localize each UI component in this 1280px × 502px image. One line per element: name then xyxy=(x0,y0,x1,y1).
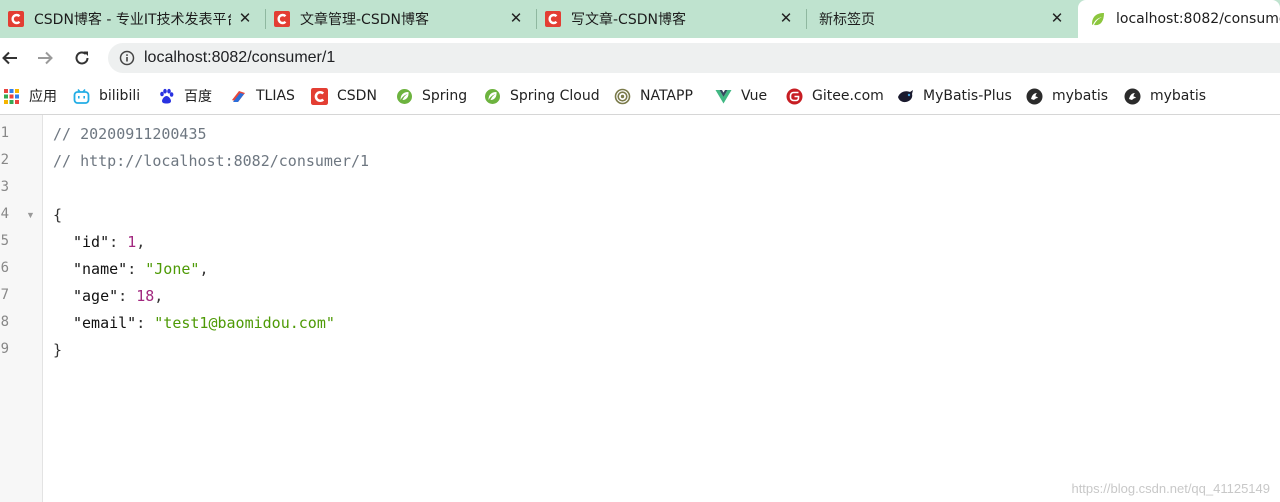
bookmark-apps[interactable]: 应用 xyxy=(3,78,57,114)
csdn-icon xyxy=(311,87,328,105)
close-icon[interactable]: ✕ xyxy=(237,11,253,27)
forward-button[interactable] xyxy=(33,46,57,70)
spring-icon xyxy=(485,88,500,104)
mybatis-icon xyxy=(1026,88,1043,104)
reload-icon xyxy=(75,51,89,65)
json-field: "age": 18, xyxy=(73,287,164,305)
bookmark-label: Spring Cloud xyxy=(510,88,600,104)
json-open-brace: { xyxy=(53,206,63,224)
bookmark-label: MyBatis-Plus xyxy=(923,88,1012,104)
address-bar[interactable]: localhost:8082/consumer/1 xyxy=(108,43,1280,73)
bookmark-label: 应用 xyxy=(29,89,57,105)
info-icon[interactable] xyxy=(119,50,135,66)
vue-icon xyxy=(715,89,732,103)
tlias-icon xyxy=(232,90,245,102)
tab-title: 文章管理-CSDN博客 xyxy=(300,12,429,28)
tab-csdn-home[interactable]: CSDN博客 - 专业IT技术发表平台 ✕ xyxy=(0,0,265,38)
bookmark-label: Gitee.com xyxy=(812,88,884,104)
bookmark-label: TLIAS xyxy=(256,88,295,104)
tab-new-tab[interactable]: 新标签页 ✕ xyxy=(807,0,1077,38)
json-key: "email" xyxy=(73,314,137,332)
line-number: 9 xyxy=(0,341,9,357)
bookmark-label: Vue xyxy=(741,88,768,104)
bookmark-spring-cloud[interactable]: Spring Cloud xyxy=(484,78,600,114)
tab-title: localhost:8082/consumer xyxy=(1116,11,1280,27)
json-field: "id": 1, xyxy=(73,233,146,251)
line-number-gutter: 1 2 3 4 ▼ 5 6 7 8 9 xyxy=(0,115,43,502)
bookmark-label: mybatis xyxy=(1052,88,1109,104)
bookmark-csdn[interactable]: CSDN xyxy=(311,78,377,114)
mybatis-plus-icon xyxy=(898,89,913,102)
json-key: "age" xyxy=(73,287,119,305)
bookmark-label: Spring xyxy=(422,88,468,104)
bookmark-mybatis-1[interactable]: mybatis xyxy=(1026,78,1108,114)
json-viewer: 1 2 3 4 ▼ 5 6 7 8 9 // 20200911200435 //… xyxy=(0,115,1280,502)
tab-title: 新标签页 xyxy=(819,12,875,28)
close-icon[interactable]: ✕ xyxy=(778,11,794,27)
line-number: 2 xyxy=(0,152,9,168)
tab-title: CSDN博客 - 专业IT技术发表平台 xyxy=(34,12,231,28)
tab-write-article[interactable]: 写文章-CSDN博客 ✕ xyxy=(537,0,806,38)
bookmark-mybatis-2[interactable]: mybatis xyxy=(1124,78,1206,114)
bookmark-label: 百度 xyxy=(184,89,212,105)
bookmark-mybatis-plus[interactable]: MyBatis-Plus xyxy=(897,78,1012,114)
json-value: "Jone" xyxy=(145,260,200,278)
toolbar: localhost:8082/consumer/1 xyxy=(0,38,1280,78)
csdn-icon xyxy=(8,11,24,27)
bookmark-label: bilibili xyxy=(99,88,141,104)
tab-title: 写文章-CSDN博客 xyxy=(571,12,686,28)
bookmark-label: mybatis xyxy=(1150,88,1207,104)
bookmark-gitee[interactable]: Gitee.com xyxy=(786,78,884,114)
bookmark-tlias[interactable]: TLIAS xyxy=(230,78,295,114)
fold-toggle-icon[interactable]: ▼ xyxy=(26,210,35,220)
forward-arrow-icon xyxy=(38,51,53,65)
line-number: 6 xyxy=(0,260,9,276)
json-close-brace: } xyxy=(53,341,63,359)
line-number: 3 xyxy=(0,179,9,195)
json-field: "name": "Jone", xyxy=(73,260,209,278)
bookmark-bilibili[interactable]: bilibili xyxy=(73,78,140,114)
line-number: 5 xyxy=(0,233,9,249)
line-number: 8 xyxy=(0,314,9,330)
json-comment: // 20200911200435 xyxy=(53,125,207,143)
tab-article-manage[interactable]: 文章管理-CSDN博客 ✕ xyxy=(266,0,536,38)
bookmarks-bar: 应用 bilibili 百度 TLIAS CSDN Spring Spring … xyxy=(0,78,1280,115)
json-comment: // http://localhost:8082/consumer/1 xyxy=(53,152,370,170)
bookmark-natapp[interactable]: NATAPP xyxy=(614,78,693,114)
bookmark-label: CSDN xyxy=(337,88,377,104)
bookmark-spring[interactable]: Spring xyxy=(396,78,467,114)
line-number: 7 xyxy=(0,287,9,303)
tab-localhost[interactable]: localhost:8082/consumer xyxy=(1078,0,1280,38)
json-value: 1 xyxy=(127,233,137,251)
back-arrow-icon xyxy=(2,51,17,65)
gitee-icon xyxy=(786,88,803,104)
baidu-paw-icon xyxy=(160,88,174,103)
spring-leaf-icon xyxy=(1092,13,1104,26)
mybatis-icon xyxy=(1124,88,1141,104)
tab-strip: CSDN博客 - 专业IT技术发表平台 ✕ 文章管理-CSDN博客 ✕ 写文章-… xyxy=(0,0,1280,38)
spring-icon xyxy=(397,88,412,104)
bookmark-baidu[interactable]: 百度 xyxy=(158,78,212,114)
line-number: 1 xyxy=(0,125,9,141)
json-value: "test1@baomidou.com" xyxy=(154,314,335,332)
json-field: "email": "test1@baomidou.com" xyxy=(73,314,335,332)
json-value: 18 xyxy=(136,287,155,305)
reload-button[interactable] xyxy=(70,46,94,70)
close-icon[interactable]: ✕ xyxy=(1049,11,1065,27)
close-icon[interactable]: ✕ xyxy=(508,11,524,27)
line-number: 4 xyxy=(0,206,9,222)
apps-grid-icon xyxy=(4,88,19,104)
watermark: https://blog.csdn.net/qq_41125149 xyxy=(1071,481,1270,496)
bookmark-label: NATAPP xyxy=(640,88,693,104)
bookmark-vue[interactable]: Vue xyxy=(715,78,767,114)
json-key: "id" xyxy=(73,233,110,251)
csdn-icon xyxy=(274,11,290,27)
natapp-icon xyxy=(614,88,631,104)
bilibili-icon xyxy=(73,88,90,104)
url-text: localhost:8082/consumer/1 xyxy=(144,49,336,66)
json-key: "name" xyxy=(73,260,128,278)
csdn-icon xyxy=(545,11,561,27)
back-button[interactable] xyxy=(0,46,22,70)
